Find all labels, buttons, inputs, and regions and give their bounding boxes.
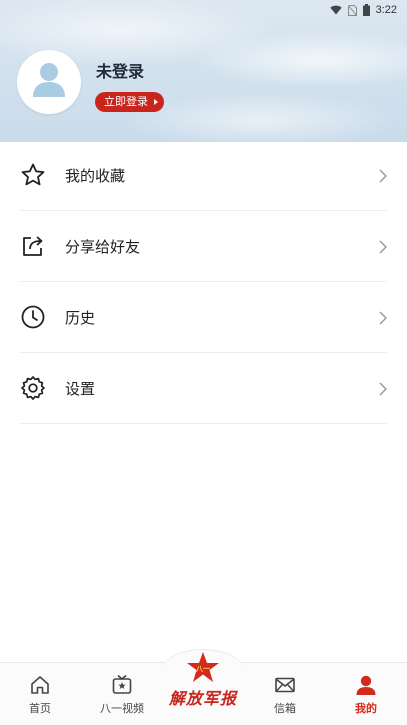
tab-label: 信箱 (274, 702, 296, 715)
home-icon (29, 673, 51, 697)
profile-header: 3:22 未登录 立即登录 (0, 0, 407, 142)
user-icon (355, 673, 377, 697)
tab-label: 八一视频 (100, 702, 144, 715)
tab-home[interactable]: 首页 (8, 663, 72, 725)
svg-text:八一: 八一 (195, 665, 210, 673)
menu-item-label: 历史 (65, 308, 96, 327)
gear-icon (20, 375, 46, 401)
menu-item-label: 我的收藏 (65, 166, 126, 185)
caret-right-icon (154, 99, 158, 105)
menu-item-label: 设置 (65, 379, 96, 398)
menu-item-settings[interactable]: 设置 (20, 353, 388, 424)
user-avatar-icon (32, 62, 66, 102)
brand-logo-text: 解放军报 (169, 689, 238, 708)
battery-icon (362, 4, 370, 16)
login-button-label: 立即登录 (104, 95, 148, 108)
chevron-right-icon (379, 310, 388, 329)
chevron-right-icon (379, 168, 388, 187)
tab-video[interactable]: 八一视频 (90, 663, 154, 725)
menu-item-label: 分享给好友 (65, 237, 141, 256)
chevron-right-icon (379, 239, 388, 258)
tab-mailbox[interactable]: 信箱 (253, 663, 317, 725)
mail-icon (274, 673, 296, 697)
menu-item-share[interactable]: 分享给好友 (20, 211, 388, 282)
share-icon (20, 233, 46, 259)
clock-icon (20, 304, 46, 330)
no-sim-icon (347, 4, 357, 16)
status-bar: 3:22 (0, 0, 407, 20)
menu-item-favorites[interactable]: 我的收藏 (20, 140, 388, 211)
chevron-right-icon (379, 381, 388, 400)
wifi-icon (329, 5, 342, 15)
status-time: 3:22 (375, 4, 397, 16)
tab-mine[interactable]: 我的 (334, 663, 398, 725)
avatar[interactable] (17, 50, 81, 114)
menu-item-history[interactable]: 历史 (20, 282, 388, 353)
login-status-name: 未登录 (96, 62, 145, 81)
red-star-emblem-icon: 八一 (186, 651, 220, 687)
star-icon (20, 162, 46, 188)
menu-list: 我的收藏 分享给好友 历史 设置 (0, 140, 407, 424)
login-button[interactable]: 立即登录 (95, 92, 164, 112)
tab-center-logo[interactable]: 八一 解放军报 (169, 651, 238, 723)
tv-icon (111, 673, 133, 697)
bottom-nav: 首页 八一视频 八一 解放军报 信箱 我的 (0, 649, 407, 725)
tab-label: 我的 (355, 702, 377, 715)
tab-label: 首页 (29, 702, 51, 715)
